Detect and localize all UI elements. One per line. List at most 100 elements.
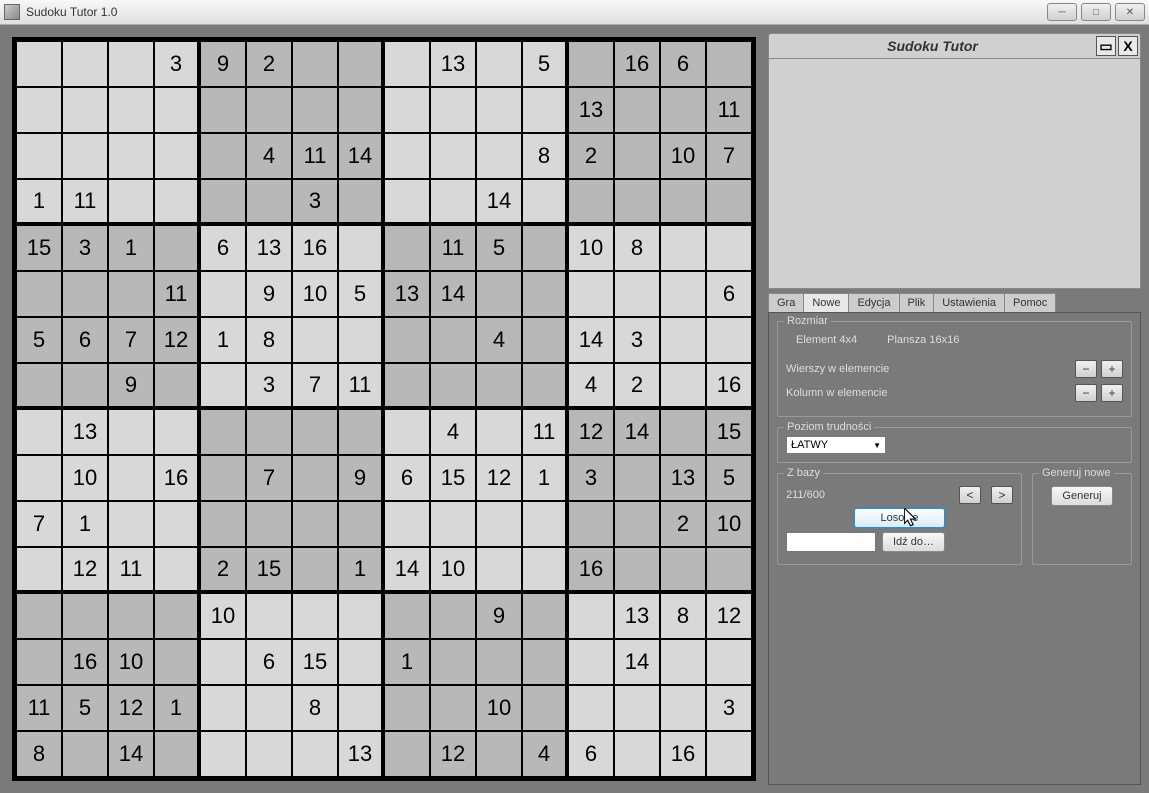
tab-pomoc[interactable]: Pomoc — [1004, 293, 1056, 312]
cell-2-5[interactable]: 4 — [246, 133, 292, 179]
cell-8-10[interactable] — [476, 409, 522, 455]
cell-7-12[interactable]: 4 — [568, 363, 614, 409]
cell-7-7[interactable]: 11 — [338, 363, 384, 409]
cell-9-7[interactable]: 9 — [338, 455, 384, 501]
cell-2-11[interactable]: 8 — [522, 133, 568, 179]
cell-4-2[interactable]: 1 — [108, 225, 154, 271]
cell-0-2[interactable] — [108, 41, 154, 87]
cell-4-11[interactable] — [522, 225, 568, 271]
cell-15-10[interactable] — [476, 731, 522, 777]
cell-2-6[interactable]: 11 — [292, 133, 338, 179]
cell-12-11[interactable] — [522, 593, 568, 639]
cell-1-14[interactable] — [660, 87, 706, 133]
rows-minus-button[interactable]: − — [1075, 360, 1097, 378]
cell-0-14[interactable]: 6 — [660, 41, 706, 87]
cell-10-0[interactable]: 7 — [16, 501, 62, 547]
cell-12-4[interactable]: 10 — [200, 593, 246, 639]
cell-13-6[interactable]: 15 — [292, 639, 338, 685]
cell-6-0[interactable]: 5 — [16, 317, 62, 363]
cell-2-0[interactable] — [16, 133, 62, 179]
cell-14-2[interactable]: 12 — [108, 685, 154, 731]
cell-15-8[interactable] — [384, 731, 430, 777]
db-next-button[interactable]: > — [991, 486, 1013, 504]
cell-9-9[interactable]: 15 — [430, 455, 476, 501]
cell-9-15[interactable]: 5 — [706, 455, 752, 501]
cell-11-3[interactable] — [154, 547, 200, 593]
cell-15-15[interactable] — [706, 731, 752, 777]
cell-6-15[interactable] — [706, 317, 752, 363]
cell-13-2[interactable]: 10 — [108, 639, 154, 685]
cell-10-11[interactable] — [522, 501, 568, 547]
cell-11-15[interactable] — [706, 547, 752, 593]
tab-plik[interactable]: Plik — [899, 293, 935, 312]
cell-7-14[interactable] — [660, 363, 706, 409]
cell-7-4[interactable] — [200, 363, 246, 409]
cell-12-15[interactable]: 12 — [706, 593, 752, 639]
panel-close-icon[interactable]: X — [1118, 36, 1138, 56]
goto-input[interactable] — [786, 532, 876, 552]
cell-2-9[interactable] — [430, 133, 476, 179]
cell-8-4[interactable] — [200, 409, 246, 455]
cell-4-13[interactable]: 8 — [614, 225, 660, 271]
cell-15-13[interactable] — [614, 731, 660, 777]
cell-13-11[interactable] — [522, 639, 568, 685]
goto-button[interactable]: Idź do… — [882, 532, 945, 552]
cell-3-7[interactable] — [338, 179, 384, 225]
cell-6-1[interactable]: 6 — [62, 317, 108, 363]
cell-1-4[interactable] — [200, 87, 246, 133]
cell-12-9[interactable] — [430, 593, 476, 639]
cell-10-7[interactable] — [338, 501, 384, 547]
cell-13-10[interactable] — [476, 639, 522, 685]
cell-14-13[interactable] — [614, 685, 660, 731]
cell-7-15[interactable]: 16 — [706, 363, 752, 409]
rows-plus-button[interactable]: + — [1101, 360, 1123, 378]
cell-10-4[interactable] — [200, 501, 246, 547]
cell-3-12[interactable] — [568, 179, 614, 225]
cell-14-0[interactable]: 11 — [16, 685, 62, 731]
cell-4-3[interactable] — [154, 225, 200, 271]
cell-5-11[interactable] — [522, 271, 568, 317]
cell-6-3[interactable]: 12 — [154, 317, 200, 363]
cell-3-4[interactable] — [200, 179, 246, 225]
cell-12-14[interactable]: 8 — [660, 593, 706, 639]
cell-15-12[interactable]: 6 — [568, 731, 614, 777]
cell-5-6[interactable]: 10 — [292, 271, 338, 317]
cell-14-4[interactable] — [200, 685, 246, 731]
cell-6-8[interactable] — [384, 317, 430, 363]
cell-14-15[interactable]: 3 — [706, 685, 752, 731]
minimize-button[interactable]: ─ — [1047, 3, 1077, 21]
cell-9-14[interactable]: 13 — [660, 455, 706, 501]
tab-ustawienia[interactable]: Ustawienia — [933, 293, 1005, 312]
cell-14-6[interactable]: 8 — [292, 685, 338, 731]
cell-3-14[interactable] — [660, 179, 706, 225]
cell-0-9[interactable]: 13 — [430, 41, 476, 87]
cell-1-8[interactable] — [384, 87, 430, 133]
cell-13-8[interactable]: 1 — [384, 639, 430, 685]
cell-3-9[interactable] — [430, 179, 476, 225]
cell-5-12[interactable] — [568, 271, 614, 317]
cell-10-14[interactable]: 2 — [660, 501, 706, 547]
cell-0-10[interactable] — [476, 41, 522, 87]
sudoku-board[interactable]: 3921351661311411148210711131415316131611… — [12, 37, 756, 781]
cell-12-7[interactable] — [338, 593, 384, 639]
cell-7-6[interactable]: 7 — [292, 363, 338, 409]
cell-13-0[interactable] — [16, 639, 62, 685]
cell-15-0[interactable]: 8 — [16, 731, 62, 777]
cell-3-5[interactable] — [246, 179, 292, 225]
cell-11-8[interactable]: 14 — [384, 547, 430, 593]
cell-9-0[interactable] — [16, 455, 62, 501]
cell-13-4[interactable] — [200, 639, 246, 685]
cell-3-15[interactable] — [706, 179, 752, 225]
cell-14-14[interactable] — [660, 685, 706, 731]
cell-1-2[interactable] — [108, 87, 154, 133]
maximize-button[interactable]: □ — [1081, 3, 1111, 21]
cell-6-11[interactable] — [522, 317, 568, 363]
panel-minimize-icon[interactable]: ▭ — [1096, 36, 1116, 56]
cell-2-4[interactable] — [200, 133, 246, 179]
cell-1-5[interactable] — [246, 87, 292, 133]
cell-5-4[interactable] — [200, 271, 246, 317]
cell-1-0[interactable] — [16, 87, 62, 133]
cell-8-5[interactable] — [246, 409, 292, 455]
cell-11-0[interactable] — [16, 547, 62, 593]
cell-15-14[interactable]: 16 — [660, 731, 706, 777]
